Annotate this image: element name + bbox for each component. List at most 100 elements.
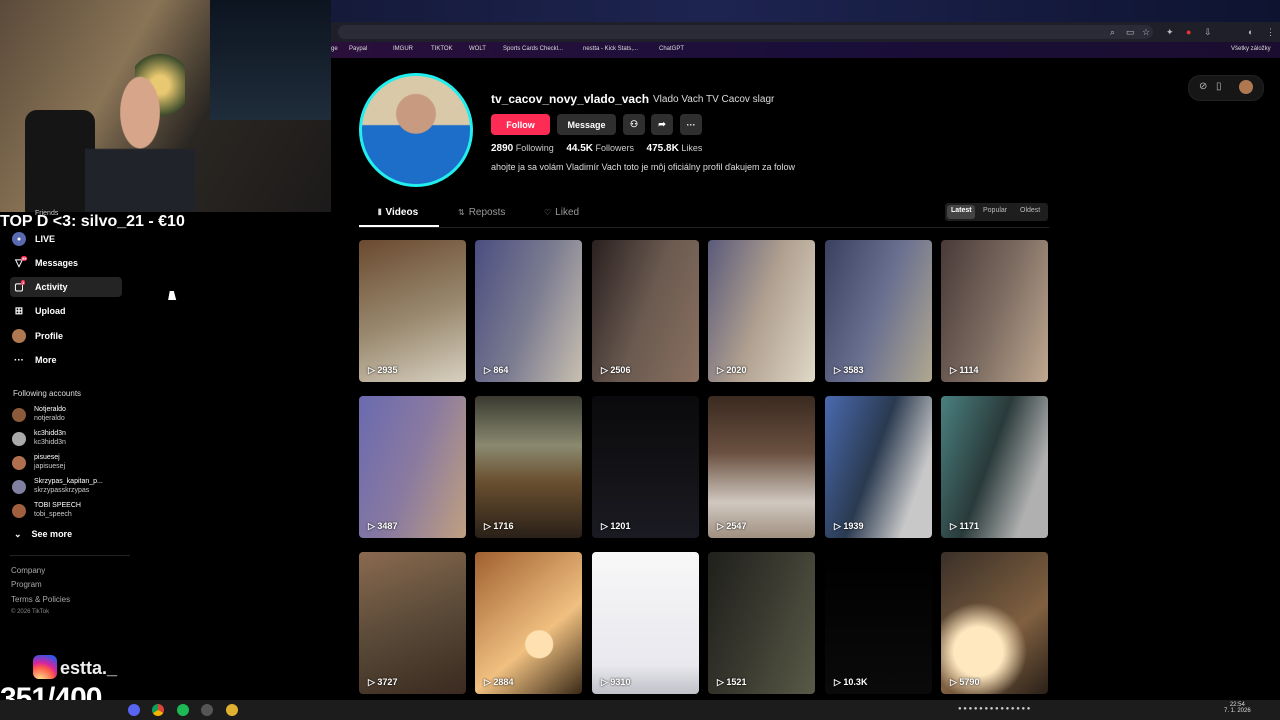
follow-button[interactable]: Follow — [491, 114, 550, 135]
tab-label: Liked — [555, 207, 580, 218]
bookmark[interactable]: ge — [331, 46, 338, 52]
video-thumbnail[interactable]: ▷ 1201 — [592, 396, 699, 538]
video-thumbnail[interactable]: ▷ 2884 — [475, 552, 582, 694]
bookmark[interactable]: TIKTOK — [431, 46, 453, 52]
more-options-button[interactable]: ··· — [680, 114, 702, 135]
extension-icon[interactable]: ✦ — [1166, 27, 1174, 38]
following-count[interactable]: 2890 — [491, 143, 513, 154]
spotify-icon[interactable] — [177, 704, 189, 716]
following-account-item[interactable]: kc3hidd3n kc3hidd3n — [12, 428, 132, 450]
star-icon[interactable]: ☆ — [1142, 27, 1150, 38]
sort-popular[interactable]: Popular — [983, 207, 1007, 214]
account-name: TOBI SPEECH — [34, 502, 81, 509]
taskbar-clock[interactable]: 22:54 7. 1. 2026 — [1224, 702, 1251, 714]
sidebar-item-activity[interactable]: ▢ 1 Activity — [10, 277, 122, 297]
profile-stats: 2890 Following 44.5K Followers 475.8K Li… — [491, 143, 712, 154]
footer-link-program[interactable]: Program — [11, 580, 42, 589]
obs-icon[interactable] — [201, 704, 213, 716]
search-icon[interactable]: ⌕ — [1110, 27, 1115, 38]
tab-videos[interactable]: ⦀ Videos — [378, 207, 418, 218]
video-thumbnail[interactable]: ▷ 3727 — [359, 552, 466, 694]
install-icon[interactable]: ▭ — [1126, 27, 1135, 38]
view-count: ▷ 1716 — [484, 521, 513, 532]
app-icon[interactable] — [226, 704, 238, 716]
view-count-value: 3727 — [377, 677, 398, 687]
video-thumbnail[interactable]: ▷ 1114 — [941, 240, 1048, 382]
phone-icon[interactable]: ▯ — [1216, 81, 1222, 92]
sidebar-item-upload[interactable]: ⊞ Upload — [10, 301, 122, 321]
sort-oldest[interactable]: Oldest — [1020, 207, 1040, 214]
view-count: ▷ 2884 — [484, 677, 513, 688]
tab-reposts[interactable]: ⇅ Reposts — [458, 207, 505, 218]
chrome-icon[interactable] — [152, 704, 164, 716]
sidebar-item-label: Messages — [35, 258, 79, 268]
message-button[interactable]: Message — [557, 114, 616, 135]
share-icon: ➦ — [658, 119, 666, 129]
account-handle: skrzypasskrzypas — [34, 487, 90, 494]
clock-date: 7. 1. 2026 — [1224, 708, 1251, 714]
view-count: ▷ 3487 — [368, 521, 397, 532]
view-count: ▷ 2020 — [717, 365, 746, 376]
address-bar[interactable] — [338, 25, 1153, 39]
video-thumbnail[interactable]: ▷ 2547 — [708, 396, 815, 538]
play-icon: ▷ — [368, 521, 378, 531]
sidebar-item-profile[interactable]: Profile — [10, 326, 122, 346]
profile-nickname: Vlado Vach TV Cacov slagr — [653, 94, 775, 105]
sidebar-item-live[interactable]: ● LIVE — [10, 229, 122, 249]
downloads-icon[interactable]: ⇩ — [1204, 27, 1212, 38]
sort-latest[interactable]: Latest — [951, 207, 972, 214]
video-thumbnail[interactable]: ▷ 5790 — [941, 552, 1048, 694]
video-thumbnail[interactable]: ▷ 864 — [475, 240, 582, 382]
menu-icon[interactable]: ⋮ — [1266, 27, 1275, 38]
video-thumbnail[interactable]: ▷ 3583 — [825, 240, 932, 382]
video-thumbnail[interactable]: ▷ 2506 — [592, 240, 699, 382]
repost-icon: ⇅ — [458, 208, 465, 217]
video-thumbnail[interactable]: ▷ 1939 — [825, 396, 932, 538]
bookmark[interactable]: ChatGPT — [659, 46, 684, 52]
video-thumbnail[interactable]: ▷ 9310 — [592, 552, 699, 694]
play-icon: ▷ — [368, 365, 378, 375]
followers-count[interactable]: 44.5K — [566, 143, 593, 154]
footer-link-terms[interactable]: Terms & Policies — [11, 595, 70, 604]
profile-icon — [12, 329, 26, 343]
system-tray[interactable]: ● ● ● ● ● ● ● ● ● ● ● ● ● ● — [958, 706, 1030, 712]
video-thumbnail[interactable]: ▷ 2935 — [359, 240, 466, 382]
bookmark-all[interactable]: Všetky záložky — [1231, 46, 1271, 52]
video-thumbnail[interactable]: ▷ 1171 — [941, 396, 1048, 538]
compass-icon[interactable]: ⊘ — [1199, 81, 1207, 92]
following-account-item[interactable]: Notjeraldo notjeraldo — [12, 404, 132, 426]
sidebar-item-more[interactable]: ··· More — [10, 350, 122, 370]
bookmark[interactable]: Sports Cards Checkl... — [503, 46, 563, 52]
play-icon: ▷ — [601, 677, 611, 687]
profile-avatar[interactable] — [359, 73, 473, 187]
video-thumbnail[interactable]: ▷ 3487 — [359, 396, 466, 538]
bookmark[interactable]: nestta - Kick Stats,... — [583, 46, 638, 52]
video-thumbnail[interactable]: ▷ 2020 — [708, 240, 815, 382]
following-account-item[interactable]: pisuesej japisuesej — [12, 452, 132, 474]
tab-liked[interactable]: ♡ Liked — [544, 207, 579, 218]
profile-bio: ahojte ja sa volám Vladimír Vach toto je… — [491, 162, 796, 172]
followers-label: Followers — [595, 143, 635, 153]
video-thumbnail[interactable]: ▷ 1716 — [475, 396, 582, 538]
play-icon: ▷ — [368, 677, 378, 687]
discord-icon[interactable] — [128, 704, 140, 716]
sidebar-item-messages[interactable]: ▽ 99 Messages — [10, 253, 122, 273]
record-icon[interactable]: ● — [1186, 27, 1191, 37]
footer-link-company[interactable]: Company — [11, 566, 45, 575]
taskbar — [0, 700, 1280, 720]
following-account-item[interactable]: Skrzypas_kapitan_p... skrzypasskrzypas — [12, 476, 132, 498]
following-account-item[interactable]: TOBI SPEECH tobi_speech — [12, 500, 132, 522]
bookmark[interactable]: IMGUR — [393, 46, 413, 52]
view-count-value: 1201 — [610, 521, 631, 531]
add-friend-button[interactable]: ⚇ — [623, 114, 645, 135]
user-avatar[interactable] — [1239, 80, 1253, 94]
browser-tab-strip — [331, 0, 1280, 22]
bookmark[interactable]: Paypal — [349, 46, 367, 52]
bookmark[interactable]: WOLT — [469, 46, 486, 52]
tab-baseline — [359, 227, 1049, 228]
profile-icon[interactable]: ◐ — [1248, 27, 1253, 37]
video-thumbnail[interactable]: ▷ 10.3K — [825, 552, 932, 694]
video-thumbnail[interactable]: ▷ 1521 — [708, 552, 815, 694]
share-button[interactable]: ➦ — [651, 114, 673, 135]
see-more-button[interactable]: ⌄ See more — [14, 529, 72, 540]
